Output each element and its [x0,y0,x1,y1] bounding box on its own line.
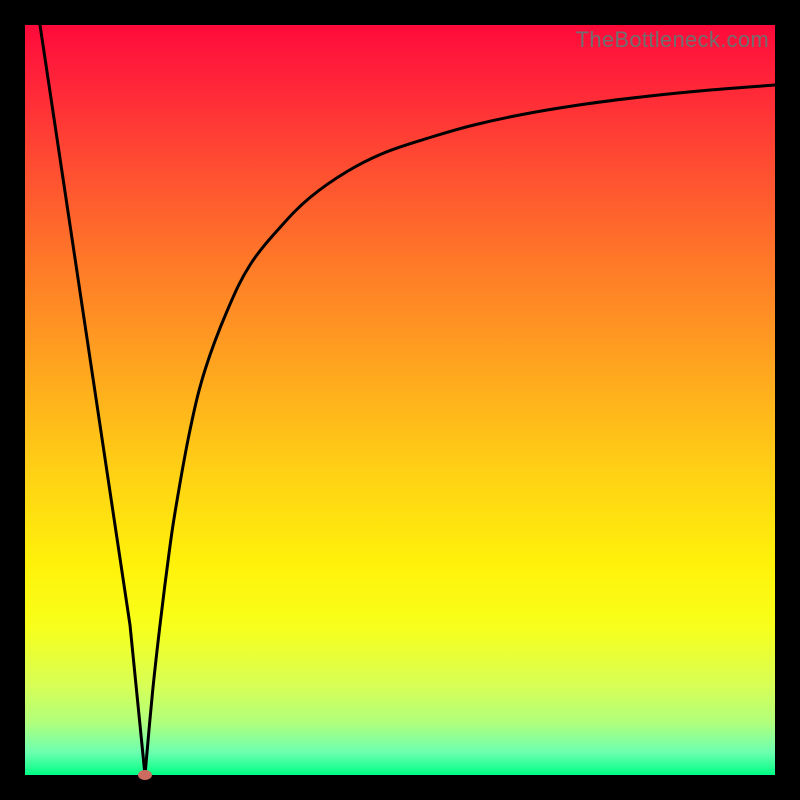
curve-right-branch [145,85,775,775]
minimum-marker [138,770,152,780]
plot-area: TheBottleneck.com [25,25,775,775]
chart-curve [25,25,775,775]
chart-frame: TheBottleneck.com [0,0,800,800]
curve-left-branch [40,25,145,775]
